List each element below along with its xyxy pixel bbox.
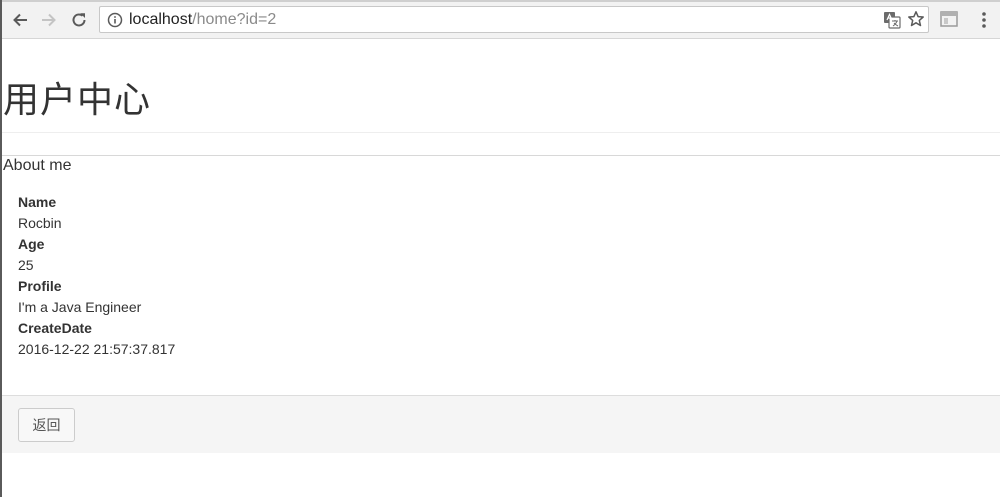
createdate-value: 2016-12-22 21:57:37.817 bbox=[18, 341, 176, 357]
address-bar[interactable]: localhost/home?id=2 bbox=[99, 6, 929, 33]
reload-icon bbox=[72, 13, 86, 27]
detail-list: Name Rocbin Age 25 Profile I'm a Java En… bbox=[18, 192, 175, 360]
back-button[interactable]: 返回 bbox=[18, 408, 75, 442]
profile-label: Profile bbox=[18, 278, 62, 294]
age-value: 25 bbox=[18, 257, 34, 273]
star-icon[interactable] bbox=[907, 10, 925, 28]
url-text[interactable]: localhost/home?id=2 bbox=[129, 10, 276, 30]
page-title: 用户中心 bbox=[3, 80, 152, 121]
panel-footer: 返回 bbox=[2, 395, 1000, 453]
browser-toolbar: localhost/home?id=2 bbox=[0, 0, 1000, 39]
url-host: localhost bbox=[129, 11, 193, 28]
back-button-nav[interactable] bbox=[7, 7, 33, 33]
reload-button[interactable] bbox=[66, 7, 92, 33]
name-value: Rocbin bbox=[18, 215, 62, 231]
window-edge bbox=[0, 0, 2, 497]
createdate-label: CreateDate bbox=[18, 320, 92, 336]
forward-arrow-icon bbox=[42, 13, 56, 27]
forward-button-nav[interactable] bbox=[36, 7, 62, 33]
extension-icon[interactable] bbox=[940, 11, 958, 27]
profile-value: I'm a Java Engineer bbox=[18, 299, 142, 315]
about-panel: About me Name Rocbin Age 25 Profile I'm … bbox=[2, 155, 1000, 453]
name-label: Name bbox=[18, 194, 57, 210]
info-icon[interactable] bbox=[107, 12, 123, 28]
translate-icon[interactable] bbox=[883, 11, 901, 29]
url-path: /home?id=2 bbox=[192, 11, 277, 28]
back-arrow-icon bbox=[13, 13, 27, 27]
tabstrip-edge bbox=[0, 0, 1000, 2]
age-label: Age bbox=[18, 236, 45, 252]
menu-icon[interactable] bbox=[978, 10, 990, 30]
panel-heading: About me bbox=[3, 157, 72, 174]
title-divider bbox=[2, 132, 1000, 133]
